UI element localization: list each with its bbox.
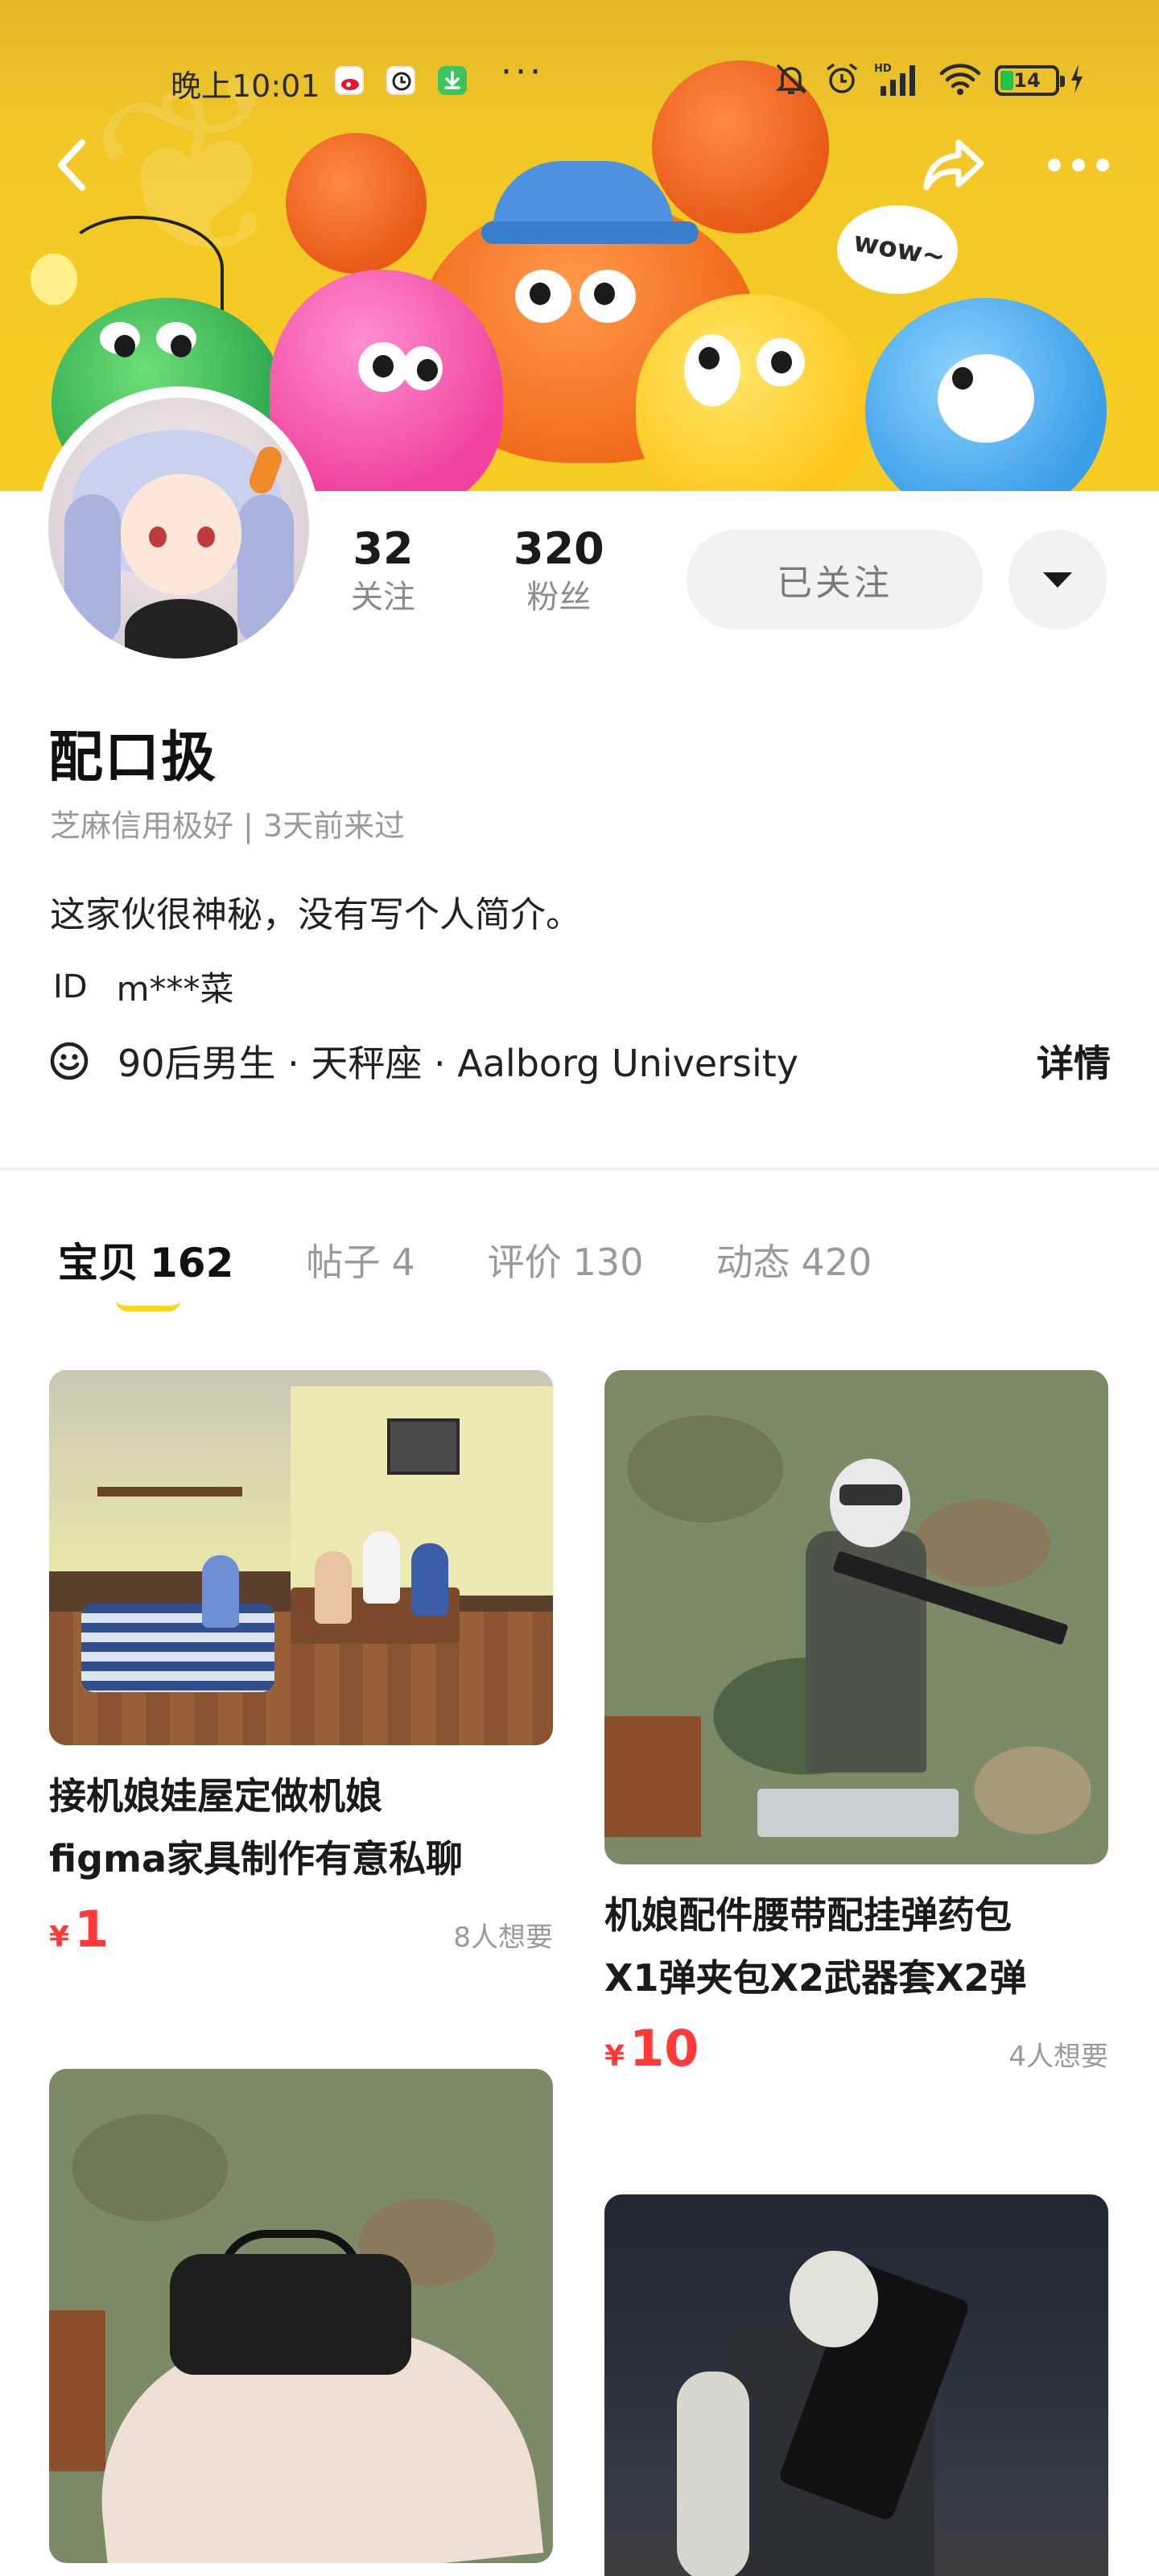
charging-icon xyxy=(1069,63,1085,98)
bio: 这家伙很神秘，没有写个人简介。 xyxy=(50,894,581,935)
battery-icon: 14 xyxy=(995,65,1065,96)
avatar-image xyxy=(48,398,309,658)
smiley-icon xyxy=(50,1042,89,1080)
mute-icon xyxy=(773,60,810,101)
download-icon xyxy=(438,66,467,95)
product-card[interactable] xyxy=(49,2069,553,2563)
banner-blue-character xyxy=(865,298,1107,491)
price-row: ¥10 4人想要 xyxy=(604,2019,1108,2078)
want-count: 8人想要 xyxy=(453,1922,553,1954)
product-image xyxy=(604,1370,1108,1864)
user-id-row: ID m***菜 xyxy=(53,962,234,1011)
product-card[interactable] xyxy=(604,2194,1108,2576)
hd-signal-icon: HD xyxy=(874,60,926,101)
avatar[interactable] xyxy=(37,386,320,670)
chevron-left-icon xyxy=(58,139,85,191)
followers-count: 320 xyxy=(514,523,604,574)
follow-dropdown-button[interactable] xyxy=(1008,530,1107,630)
product-image xyxy=(49,1370,553,1745)
product-title: 机娘配件腰带配挂弹药包 X1弹夹包X2武器套X2弹 xyxy=(604,1893,1027,2000)
product-card[interactable]: 接机娘娃屋定做机娘 figma家具制作有意私聊 ¥1 8人想要 xyxy=(49,1370,553,1959)
banner-bulb xyxy=(31,254,77,305)
id-value: m***菜 xyxy=(116,969,234,1009)
want-count: 4人想要 xyxy=(1008,2041,1108,2073)
weibo-icon xyxy=(335,66,364,95)
product-price: ¥1 xyxy=(49,1900,109,1959)
more-dots-icon xyxy=(1048,159,1109,171)
status-more-indicator: ··· xyxy=(501,52,544,93)
followers-stat[interactable]: 320 粉丝 xyxy=(514,523,604,620)
followed-button[interactable]: 已关注 xyxy=(687,530,983,630)
svg-text:HD: HD xyxy=(874,63,892,75)
followers-label: 粉丝 xyxy=(526,579,592,616)
status-right-icons: HD 14 xyxy=(773,60,1085,101)
following-label: 关注 xyxy=(351,579,415,616)
caret-down-icon xyxy=(1043,572,1072,588)
tab-items[interactable]: 宝贝 162 xyxy=(58,1231,233,1289)
section-divider xyxy=(0,1167,1159,1170)
status-time: 晚上10:01 xyxy=(171,68,320,104)
following-stat[interactable]: 32 关注 xyxy=(351,523,415,620)
credit-and-last-seen: 芝麻信用极好 | 3天前来过 xyxy=(50,808,406,844)
tab-reviews[interactable]: 评价 130 xyxy=(488,1233,644,1286)
details-link[interactable]: 详情 xyxy=(1037,1034,1111,1088)
back-button[interactable] xyxy=(40,129,105,201)
price-row: ¥1 8人想要 xyxy=(49,1900,553,1959)
username: 配口扱 xyxy=(48,726,218,790)
banner-yellow-character xyxy=(636,294,869,491)
tab-posts[interactable]: 帖子 4 xyxy=(306,1233,415,1286)
more-options-button[interactable] xyxy=(1038,129,1119,201)
share-icon xyxy=(923,139,984,191)
product-image xyxy=(49,2069,553,2563)
following-count: 32 xyxy=(353,523,414,574)
user-info-row: 90后男生 · 天秤座 · Aalborg University 详情 xyxy=(48,1034,1111,1088)
share-button[interactable] xyxy=(918,129,990,201)
banner-blue-hat-brim xyxy=(481,221,699,244)
user-info-text: 90后男生 · 天秤座 · Aalborg University xyxy=(118,1042,799,1085)
product-card[interactable]: 机娘配件腰带配挂弹药包 X1弹夹包X2武器套X2弹 ¥10 4人想要 xyxy=(604,1370,1108,2078)
tab-activity[interactable]: 动态 420 xyxy=(716,1233,872,1286)
clock-app-icon xyxy=(386,66,415,95)
status-bar: 晚上10:01 ··· HD 14 xyxy=(0,48,1159,113)
id-label: ID xyxy=(53,968,88,1005)
wifi-icon xyxy=(938,60,982,101)
product-title: 接机娘娃屋定做机娘 figma家具制作有意私聊 xyxy=(49,1774,463,1880)
active-tab-indicator xyxy=(116,1300,180,1311)
product-image xyxy=(604,2194,1108,2576)
content-tabs: 宝贝 162 帖子 4 评价 130 动态 420 xyxy=(58,1232,944,1288)
product-price: ¥10 xyxy=(604,2019,699,2078)
banner-crab-claw-left xyxy=(286,133,427,274)
battery-level: 14 xyxy=(1013,69,1041,92)
alarm-icon xyxy=(823,60,861,101)
